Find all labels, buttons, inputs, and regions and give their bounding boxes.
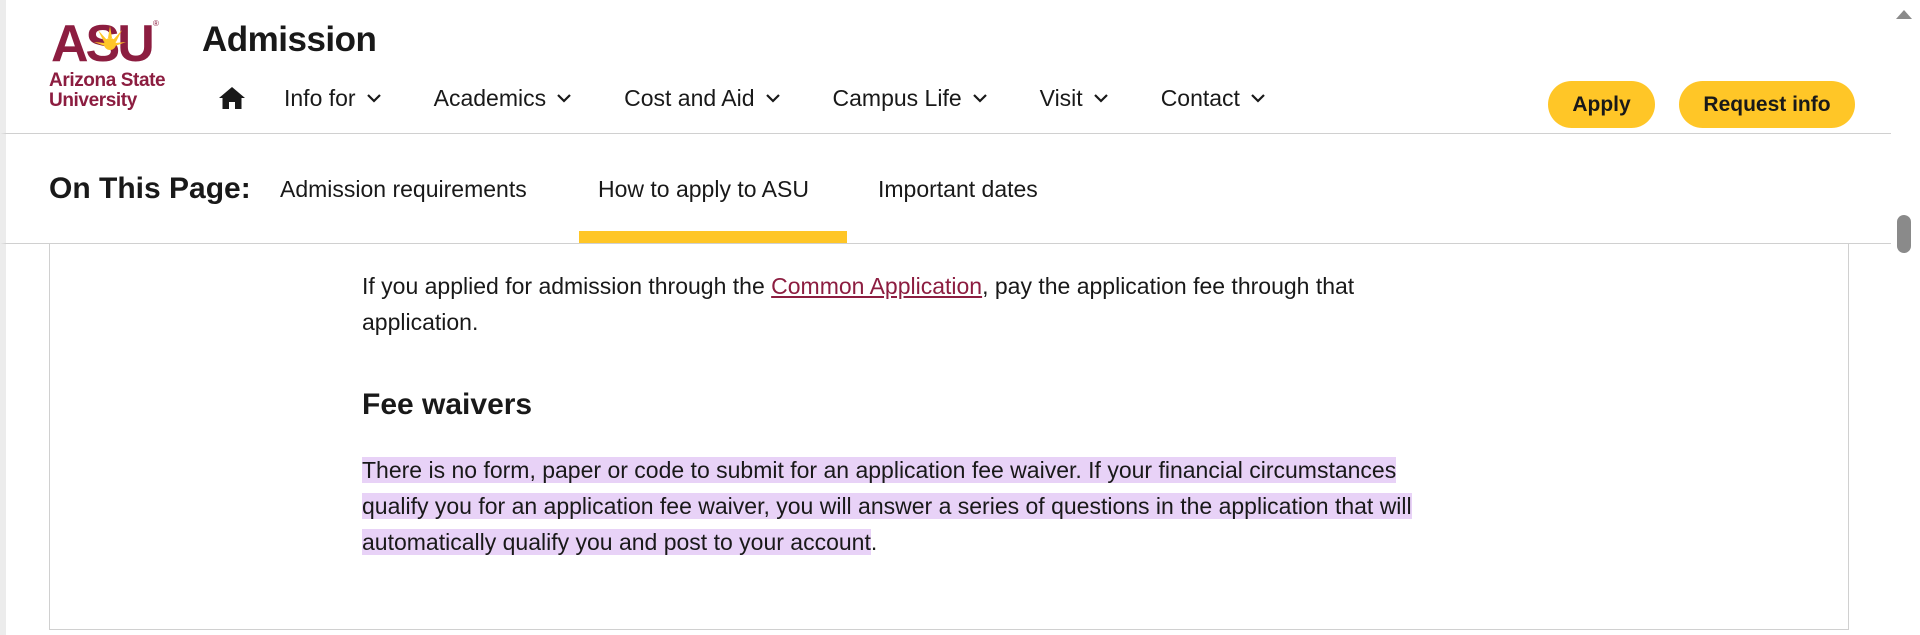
- on-this-page-title: On This Page:: [49, 172, 251, 205]
- nav-item-campus-life[interactable]: Campus Life: [833, 85, 990, 112]
- nav-item-label: Cost and Aid: [624, 84, 755, 111]
- nav-item-label: Visit: [1039, 84, 1083, 111]
- nav-item-label: Contact: [1160, 84, 1240, 111]
- chevron-down-icon: [366, 94, 381, 103]
- chevron-down-icon: [765, 94, 780, 103]
- svg-text:ASU: ASU: [51, 16, 152, 66]
- anchor-link-how-to-apply[interactable]: How to apply to ASU: [598, 176, 809, 203]
- scrollbar-thumb[interactable]: [1897, 215, 1911, 253]
- main-nav: Info for Academics Cost and Aid Campus L…: [218, 82, 1318, 114]
- logo-line-2: University: [49, 90, 137, 111]
- fee-waiver-paragraph: There is no form, paper or code to submi…: [362, 452, 1422, 560]
- request-info-button[interactable]: Request info: [1679, 81, 1855, 128]
- asu-logo-mark: ASU ®: [51, 16, 159, 66]
- nav-item-label: Campus Life: [832, 84, 962, 111]
- nav-item-contact[interactable]: Contact: [1161, 85, 1268, 112]
- anchor-link-admission-requirements[interactable]: Admission requirements: [280, 176, 527, 203]
- nav-item-info-for[interactable]: Info for: [284, 85, 384, 112]
- chevron-down-icon: [557, 94, 571, 103]
- nav-item-cost-and-aid[interactable]: Cost and Aid: [624, 85, 782, 112]
- svg-text:®: ®: [153, 19, 159, 28]
- common-application-link[interactable]: Common Application: [771, 273, 982, 299]
- home-icon[interactable]: [218, 85, 248, 111]
- page-edge: [0, 244, 6, 635]
- active-link-indicator: [579, 231, 847, 243]
- nav-item-label: Info for: [284, 84, 356, 111]
- logo-wordmark: Arizona State University: [49, 70, 166, 111]
- site-title[interactable]: Admission: [202, 20, 377, 60]
- nav-item-visit[interactable]: Visit: [1040, 85, 1111, 112]
- anchor-link-important-dates[interactable]: Important dates: [878, 176, 1038, 203]
- nav-item-academics[interactable]: Academics: [434, 85, 574, 112]
- apply-button[interactable]: Apply: [1548, 81, 1655, 128]
- nav-item-label: Academics: [433, 84, 547, 111]
- chevron-down-icon: [1093, 94, 1108, 103]
- logo-line-1: Arizona State: [49, 70, 166, 91]
- common-app-paragraph: If you applied for admission through the…: [362, 268, 1422, 340]
- paragraph-text: .: [870, 529, 878, 555]
- chevron-down-icon: [972, 94, 987, 103]
- paragraph-text: If you applied for admission through the: [362, 273, 772, 299]
- scroll-up-arrow-icon[interactable]: [1896, 10, 1912, 19]
- fee-waivers-heading: Fee waivers: [362, 388, 533, 421]
- vertical-scrollbar[interactable]: [1891, 0, 1920, 635]
- global-header: ASU ® Arizona State University Admission: [0, 0, 1891, 134]
- highlighted-text: There is no form, paper or code to submi…: [362, 457, 1412, 555]
- on-this-page-bar: On This Page: Admission requirements How…: [0, 134, 1891, 244]
- asu-logo[interactable]: ASU ® Arizona State University: [49, 16, 181, 116]
- chevron-down-icon: [1251, 94, 1265, 103]
